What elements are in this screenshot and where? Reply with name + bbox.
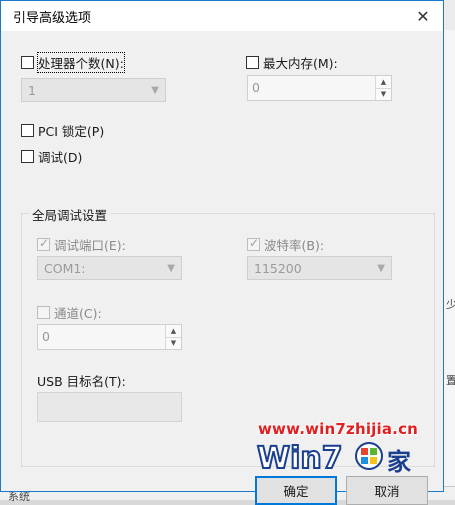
debug-checkbox[interactable] [21, 150, 34, 163]
baud-rate-checkbox[interactable] [247, 236, 260, 251]
svg-text:家: 家 [387, 448, 411, 476]
spin-down-icon[interactable]: ▼ [166, 337, 181, 349]
channel-checkbox[interactable] [37, 306, 50, 319]
ok-button[interactable]: 确定 [255, 476, 337, 505]
close-button[interactable]: ✕ [403, 1, 443, 31]
debug-port-select[interactable]: COM1: ▼ [37, 256, 182, 280]
pci-lock-checkbox[interactable] [21, 124, 34, 137]
debug-port-label: 调试端口(E): [54, 238, 126, 253]
debug-port-value: COM1: [44, 260, 86, 276]
baud-rate-select[interactable]: 115200 ▼ [247, 256, 392, 280]
baud-rate-label: 波特率(B): [264, 238, 325, 253]
baud-rate-value: 115200 [254, 260, 302, 276]
processor-count-select[interactable]: 1 ▼ [21, 78, 166, 102]
close-icon: ✕ [416, 6, 430, 26]
watermark-logo: Win7 家 [256, 440, 411, 477]
background-right-edge [443, 30, 455, 500]
debug-port-checkbox[interactable] [37, 236, 50, 251]
channel-value[interactable]: 0 [38, 325, 165, 349]
spin-up-icon[interactable]: ▲ [166, 325, 181, 338]
background-text: 少 [446, 298, 455, 311]
channel-label: 通道(C): [54, 306, 102, 321]
usb-target-label: USB 目标名(T): [37, 374, 126, 389]
global-debug-title: 全局调试设置 [29, 205, 111, 224]
cancel-button-label: 取消 [374, 484, 400, 499]
channel-spin-buttons: ▲ ▼ [165, 325, 181, 349]
chevron-down-icon: ▼ [151, 84, 159, 96]
spin-up-icon[interactable]: ▲ [376, 76, 391, 89]
pci-lock-label: PCI 锁定(P) [38, 124, 105, 139]
pci-lock-option[interactable]: PCI 锁定(P) [21, 121, 104, 140]
chevron-down-icon: ▼ [167, 262, 175, 274]
channel-spinner[interactable]: 0 ▲ ▼ [37, 324, 182, 350]
processor-count-value: 1 [28, 82, 36, 98]
max-memory-value[interactable]: 0 [248, 76, 375, 100]
boot-advanced-options-dialog: 引导高级选项 ✕ 处理器个数(N): 1 ▼ 最大内存(M): 0 ▲ ▼ PC… [0, 0, 444, 505]
max-memory-spinner[interactable]: 0 ▲ ▼ [247, 75, 392, 101]
title-bar[interactable]: 引导高级选项 ✕ [1, 1, 443, 31]
ok-button-label: 确定 [283, 484, 309, 499]
processor-count-checkbox[interactable] [21, 56, 34, 69]
max-memory-label: 最大内存(M): [263, 56, 338, 71]
max-memory-option[interactable]: 最大内存(M): [246, 53, 338, 72]
cancel-button[interactable]: 取消 [346, 476, 428, 505]
channel-option[interactable]: 通道(C): [37, 303, 102, 322]
debug-option[interactable]: 调试(D) [21, 147, 82, 166]
processor-count-option[interactable]: 处理器个数(N): [21, 52, 125, 73]
dialog-title: 引导高级选项 [13, 10, 92, 26]
background-text: 置 [446, 374, 455, 387]
debug-label: 调试(D) [38, 150, 83, 165]
svg-text:Win7: Win7 [257, 441, 343, 476]
max-memory-checkbox[interactable] [246, 56, 259, 69]
debug-port-option[interactable]: 调试端口(E): [37, 235, 126, 254]
max-memory-spin-buttons: ▲ ▼ [375, 76, 391, 100]
chevron-down-icon: ▼ [377, 262, 385, 274]
usb-target-input[interactable] [37, 392, 182, 422]
processor-count-label: 处理器个数(N): [37, 52, 125, 73]
baud-rate-option[interactable]: 波特率(B): [247, 235, 324, 254]
spin-down-icon[interactable]: ▼ [376, 88, 391, 100]
